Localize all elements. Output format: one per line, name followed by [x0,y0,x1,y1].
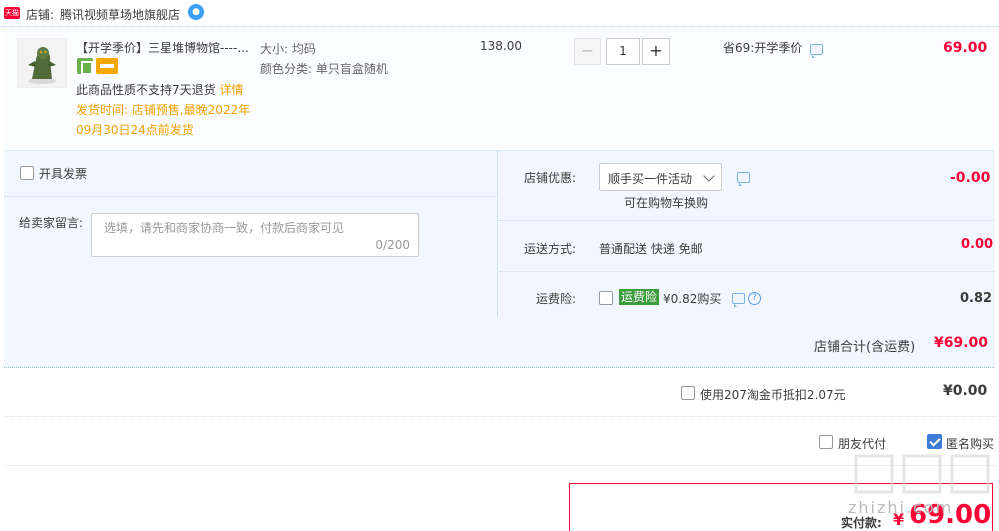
shop-name-link[interactable]: 腾讯视频草场地旗舰店 [60,6,180,23]
insurance-tag: 运费险 [619,289,660,305]
quantity-input[interactable]: 1 [606,38,640,65]
invoice-row: 开具发票 [4,151,498,197]
service-guarantee-icon[interactable] [77,58,93,75]
insurance-label: 运费险: [536,292,577,306]
shop-discount-selected: 顺手买一件活动 [608,172,693,186]
insurance-price: ¥0.82购买 [663,292,722,306]
order-options-panel: 开具发票 给卖家留言: 选填，请先和商家协商一致，付款后商家可见 0/200 店… [4,150,995,319]
promotion-text: 省69:开学季价 [723,41,803,55]
taobao-coin-row: 使用207淘金币抵扣2.07元 ¥0.00 [4,369,995,417]
help-icon[interactable]: ? [748,292,761,305]
credit-card-icon[interactable] [96,58,118,74]
coin-label[interactable]: 使用207淘金币抵扣2.07元 [700,386,846,403]
shop-total-label: 店铺合计(含运费) [814,340,916,355]
item-subtotal: 69.00 [943,40,988,56]
details-link[interactable]: 详情 [219,83,243,97]
buyer-options: 开具发票 给卖家留言: 选填，请先和商家协商一致，付款后商家可见 0/200 [4,151,498,319]
insurance-amount: 0.82 [960,291,993,306]
shop-discount-label: 店铺优惠: [524,171,577,185]
delivery-label: 运送方式: [524,242,577,256]
quantity-decrease-button[interactable]: − [574,38,601,65]
sku-size: 大小: 均码 [260,42,316,56]
seller-message-textarea[interactable]: 选填，请先和商家协商一致，付款后商家可见 0/200 [91,213,419,257]
product-thumbnail[interactable] [17,38,67,88]
friend-pay-checkbox[interactable] [819,435,833,449]
pay-options-row: 朋友代付 匿名购买 [4,418,995,466]
promo-comment-icon[interactable] [810,44,823,58]
message-placeholder: 选填，请先和商家协商一致，付款后商家可见 [104,221,345,235]
shop-label: 店铺: [26,8,55,22]
discount-comment-icon[interactable] [737,172,750,186]
invoice-checkbox[interactable] [20,166,34,180]
order-item-row: 【开学季价】三星堆博物馆----... 此商品性质不支持7天退货 详情 发货时间… [4,28,995,149]
quantity-increase-button[interactable]: + [642,38,670,65]
delivery-method: 普通配送 快递 免邮 [599,242,703,256]
product-figure-image [28,47,56,84]
shop-total-value: ¥69.00 [934,335,989,351]
tmall-badge-icon: 天猫 [4,7,20,19]
coin-checkbox[interactable] [681,386,695,400]
watermark-text: zhizhi.com [848,498,954,517]
shop-discount-amount: -0.00 [950,170,991,186]
product-title-link[interactable]: 【开学季价】三星堆博物馆----... [76,39,256,56]
chevron-down-icon [703,170,715,182]
anonymous-checkbox[interactable] [927,434,942,449]
delivery-amount: 0.00 [961,237,994,252]
unit-price: 138.00 [480,39,522,53]
no-return-note: 此商品性质不支持7天退货 详情 [76,81,243,98]
shop-discount-row [499,151,995,221]
invoice-label[interactable]: 开具发票 [39,165,87,182]
insurance-checkbox[interactable] [599,291,613,305]
message-char-count: 0/200 [375,238,410,252]
insurance-comment-icon[interactable] [732,293,745,307]
shop-total-row: 店铺合计(含运费) ¥69.00 [4,318,995,368]
no-return-text: 此商品性质不支持7天退货 [76,83,216,97]
ship-time-note: 发货时间: 店铺预售,最晚2022年09月30日24点前发货 [76,103,251,137]
shop-discount-select[interactable]: 顺手买一件活动 [599,163,722,191]
coin-amount: ¥0.00 [943,383,988,399]
ww-chat-icon[interactable]: ● [188,4,204,20]
shop-header: 天猫 店铺: 腾讯视频草场地旗舰店 ● [0,0,999,27]
seller-message-label: 给卖家留言: [19,216,84,230]
shop-discount-note: 可在购物车换购 [624,196,709,210]
sku-color: 颜色分类: 单只盲盒随机 [260,62,388,76]
